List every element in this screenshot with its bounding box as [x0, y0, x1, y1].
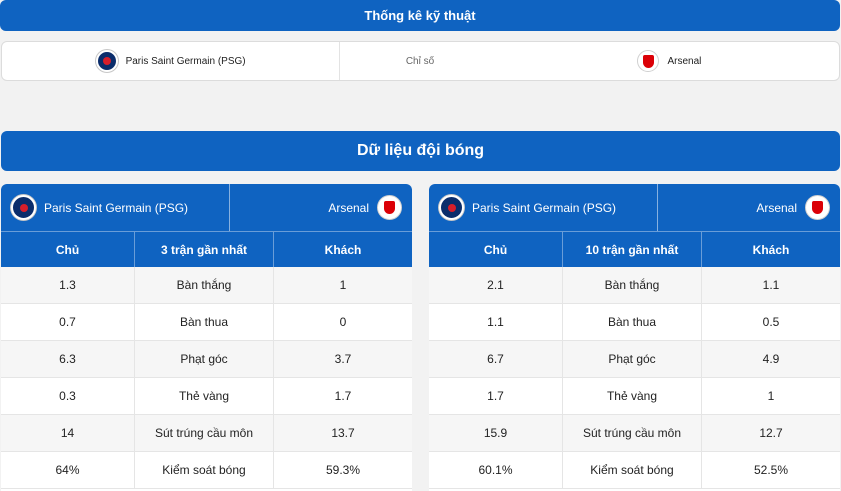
panel-team-header: Paris Saint Germain (PSG) Arsenal: [429, 184, 840, 231]
home-value: 2.1: [429, 267, 563, 303]
stat-label: Bàn thắng: [135, 267, 274, 303]
stats-label-cell: Chỉ số: [340, 42, 500, 80]
technical-stats-header: Thống kê kỹ thuật: [0, 0, 840, 31]
panel-away-name: Arsenal: [756, 200, 797, 215]
col-period: 3 trận gần nhất: [135, 232, 274, 267]
home-team-name: Paris Saint Germain (PSG): [125, 55, 246, 67]
home-value: 6.3: [1, 341, 135, 377]
arsenal-logo-icon: [637, 50, 660, 72]
technical-stats-title: Thống kê kỹ thuật: [364, 8, 476, 23]
stat-label: Sút trúng cầu môn: [135, 415, 274, 451]
psg-logo-icon: [95, 50, 118, 72]
last-3-matches-panel: Paris Saint Germain (PSG) Arsenal Chủ 3 …: [1, 184, 412, 491]
away-value: 0.5: [762, 315, 780, 329]
panel-home-name: Paris Saint Germain (PSG): [472, 200, 617, 215]
stats-rows: 1.3 Bàn thắng 1 0.7 Bàn thua 0 6.3 Phạt …: [1, 267, 412, 489]
away-value: 12.7: [759, 426, 783, 440]
panel-away-team[interactable]: Arsenal: [230, 184, 412, 231]
last-10-matches-panel: Paris Saint Germain (PSG) Arsenal Chủ 10…: [429, 184, 840, 491]
stat-label: Phạt góc: [563, 341, 702, 377]
table-row: 1.3 Bàn thắng 1: [1, 267, 412, 304]
stat-label: Kiểm soát bóng: [135, 452, 274, 488]
table-row: 64% Kiểm soát bóng 59.3%: [1, 452, 412, 489]
stat-label: Sút trúng cầu môn: [563, 415, 702, 451]
home-value: 60.1%: [429, 452, 563, 488]
home-value: 1.7: [429, 378, 563, 414]
stat-label: Bàn thua: [135, 304, 274, 340]
col-home: Chủ: [1, 232, 135, 267]
home-value: 64%: [1, 452, 135, 488]
home-value: 6.7: [429, 341, 563, 377]
away-value: 1: [339, 278, 347, 292]
table-row: 0.3 Thẻ vàng 1.7: [1, 378, 412, 415]
col-home: Chủ: [429, 232, 563, 267]
away-value: 4.9: [762, 352, 780, 366]
home-value: 1.1: [429, 304, 563, 340]
stats-label: Chỉ số: [405, 55, 435, 67]
table-row: 1.7 Thẻ vàng 1: [429, 378, 840, 415]
away-team-cell[interactable]: Arsenal: [500, 42, 839, 80]
table-row: 2.1 Bàn thắng 1.1: [429, 267, 840, 304]
panel-home-team[interactable]: Paris Saint Germain (PSG): [429, 184, 658, 231]
home-value: 0.7: [1, 304, 135, 340]
col-away: Khách: [324, 242, 362, 257]
stats-rows: 2.1 Bàn thắng 1.1 1.1 Bàn thua 0.5 6.7 P…: [429, 267, 840, 489]
stat-label: Kiểm soát bóng: [563, 452, 702, 488]
away-value: 1.7: [334, 389, 352, 403]
table-row: 1.1 Bàn thua 0.5: [429, 304, 840, 341]
away-value: 59.3%: [325, 463, 361, 477]
col-period: 10 trận gần nhất: [563, 232, 702, 267]
psg-logo-icon: [439, 195, 464, 220]
panel-away-team[interactable]: Arsenal: [658, 184, 840, 231]
stat-label: Bàn thắng: [563, 267, 702, 303]
stat-label: Bàn thua: [563, 304, 702, 340]
away-value: 0: [339, 315, 347, 329]
team-data-title: Dữ liệu đội bóng: [356, 142, 485, 159]
table-row: 6.3 Phạt góc 3.7: [1, 341, 412, 378]
home-value: 1.3: [1, 267, 135, 303]
arsenal-logo-icon: [805, 195, 830, 220]
home-value: 14: [1, 415, 135, 451]
column-headers: Chủ 3 trận gần nhất Khách: [1, 231, 412, 267]
table-row: 6.7 Phạt góc 4.9: [429, 341, 840, 378]
home-value: 0.3: [1, 378, 135, 414]
arsenal-logo-icon: [377, 195, 402, 220]
panel-home-team[interactable]: Paris Saint Germain (PSG): [1, 184, 230, 231]
panel-home-name: Paris Saint Germain (PSG): [44, 200, 189, 215]
psg-logo-icon: [11, 195, 36, 220]
teams-summary-row: Paris Saint Germain (PSG) Chỉ số Arsenal: [1, 41, 840, 81]
panel-away-name: Arsenal: [328, 200, 369, 215]
away-value: 1.1: [762, 278, 780, 292]
stat-label: Thẻ vàng: [563, 378, 702, 414]
away-value: 13.7: [331, 426, 355, 440]
table-row: 14 Sút trúng cầu môn 13.7: [1, 415, 412, 452]
away-value: 52.5%: [753, 463, 789, 477]
column-headers: Chủ 10 trận gần nhất Khách: [429, 231, 840, 267]
away-value: 1: [767, 389, 775, 403]
panel-team-header: Paris Saint Germain (PSG) Arsenal: [1, 184, 412, 231]
stat-label: Phạt góc: [135, 341, 274, 377]
table-row: 0.7 Bàn thua 0: [1, 304, 412, 341]
col-away: Khách: [752, 242, 790, 257]
away-value: 3.7: [334, 352, 352, 366]
table-row: 60.1% Kiểm soát bóng 52.5%: [429, 452, 840, 489]
away-team-name: Arsenal: [667, 55, 702, 67]
stat-label: Thẻ vàng: [135, 378, 274, 414]
home-team-cell[interactable]: Paris Saint Germain (PSG): [2, 42, 341, 80]
table-row: 15.9 Sút trúng cầu môn 12.7: [429, 415, 840, 452]
team-data-header: Dữ liệu đội bóng: [1, 131, 840, 171]
home-value: 15.9: [429, 415, 563, 451]
